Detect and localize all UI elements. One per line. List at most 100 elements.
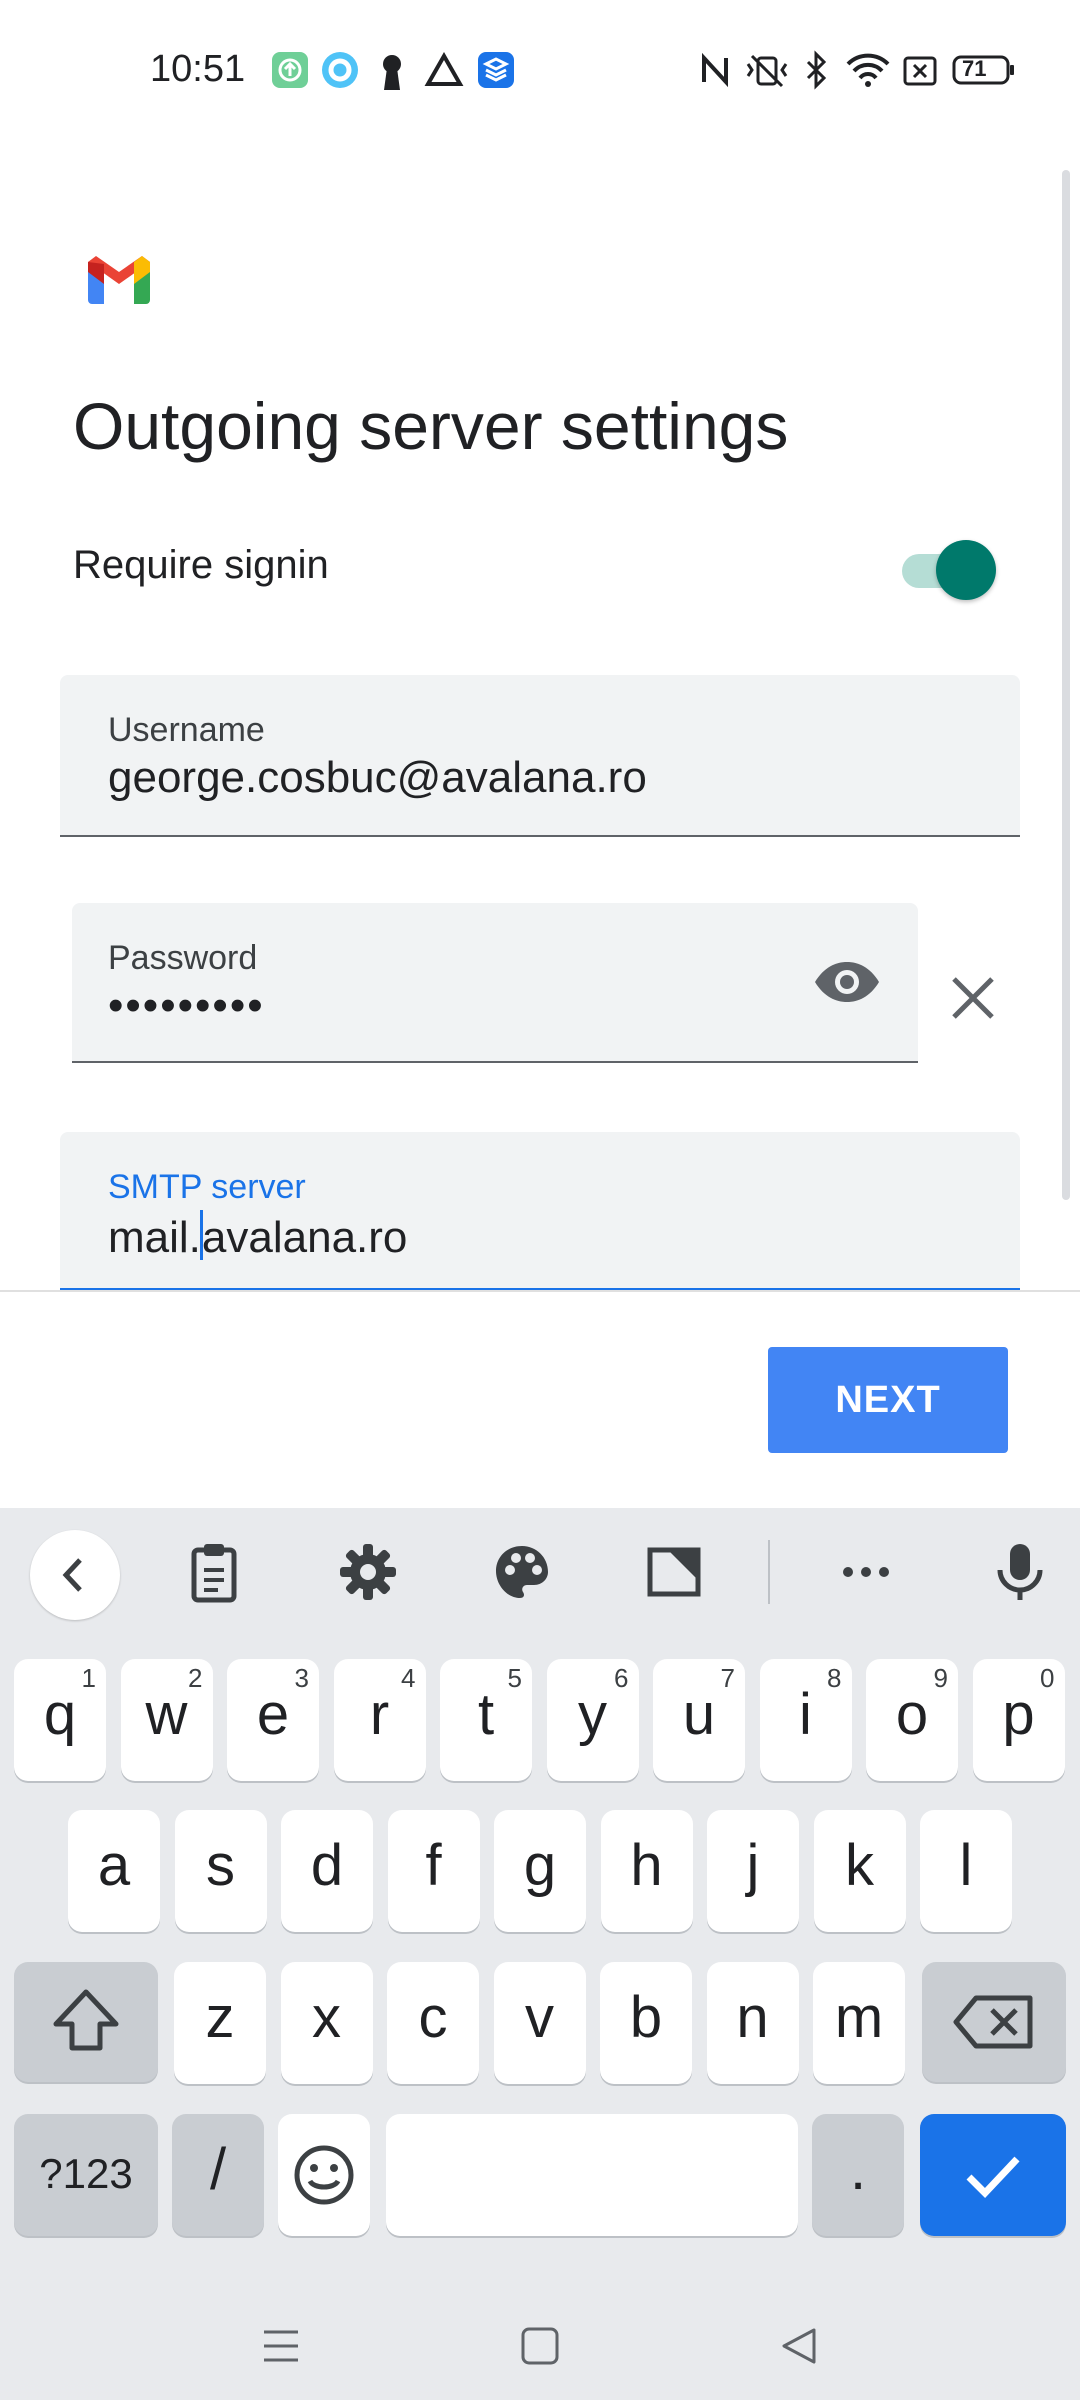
wifi-icon	[846, 50, 890, 90]
key-t[interactable]: 5t	[440, 1659, 532, 1781]
slash-key[interactable]: /	[172, 2114, 264, 2236]
clock: 10:51	[150, 48, 246, 90]
require-signin-toggle[interactable]	[900, 540, 1000, 600]
key-label: z	[205, 1985, 235, 2050]
clear-password-icon[interactable]	[950, 975, 996, 1021]
period-key[interactable]: .	[812, 2114, 904, 2236]
key-label: j	[746, 1833, 760, 1898]
key-label: m	[834, 1985, 884, 2050]
key-label: v	[525, 1985, 554, 2050]
clipboard-icon[interactable]	[182, 1540, 246, 1604]
emoji-key[interactable]	[278, 2114, 370, 2236]
key-label: b	[629, 1985, 663, 2050]
key-p[interactable]: 0p	[972, 1659, 1065, 1781]
key-label: y	[578, 1682, 607, 1747]
key-label: d	[310, 1833, 344, 1898]
settings-icon[interactable]	[336, 1540, 400, 1604]
username-field[interactable]: Username george.cosbuc@avalana.ro	[60, 675, 1020, 837]
key-g[interactable]: g	[494, 1810, 586, 1932]
vibrate-icon	[742, 50, 792, 90]
gmail-logo	[84, 252, 154, 308]
key-o[interactable]: 9o	[866, 1659, 958, 1781]
palette-icon[interactable]	[490, 1540, 554, 1604]
key-label: w	[145, 1682, 188, 1747]
key-label: i	[799, 1682, 812, 1747]
smtp-server-label: SMTP server	[108, 1168, 306, 1206]
smtp-value-part: avalana.ro	[201, 1213, 408, 1262]
more-icon[interactable]	[834, 1540, 898, 1604]
symbols-key[interactable]: ?123	[14, 2114, 158, 2236]
username-label: Username	[108, 711, 265, 749]
smtp-value-part: mail.	[108, 1213, 201, 1262]
key-r[interactable]: 4r	[333, 1659, 426, 1781]
scrollbar[interactable]	[1062, 170, 1070, 1200]
mic-icon[interactable]	[988, 1540, 1052, 1604]
key-s[interactable]: s	[174, 1810, 267, 1932]
key-n[interactable]: n	[706, 1962, 799, 2084]
smtp-server-value: mail.avalana.ro	[108, 1210, 407, 1263]
toggle-thumb	[936, 540, 996, 600]
key-v[interactable]: v	[493, 1962, 586, 2084]
nfc-icon	[700, 50, 730, 90]
key-y[interactable]: 6y	[546, 1659, 639, 1781]
keyhole-icon	[374, 52, 410, 90]
stack-app-icon	[478, 52, 514, 88]
key-u[interactable]: 7u	[653, 1659, 745, 1781]
back-icon[interactable]	[778, 2326, 818, 2371]
smtp-server-field[interactable]: SMTP server mail.avalana.ro	[60, 1132, 1020, 1292]
key-c[interactable]: c	[387, 1962, 479, 2084]
username-value: george.cosbuc@avalana.ro	[108, 753, 647, 802]
key-label: f	[425, 1833, 442, 1898]
key-label: x	[312, 1985, 341, 2050]
key-label: l	[959, 1833, 973, 1898]
show-password-icon[interactable]	[812, 959, 882, 1005]
key-a[interactable]: a	[68, 1810, 160, 1932]
key-z[interactable]: z	[174, 1962, 266, 2084]
key-l[interactable]: l	[920, 1810, 1012, 1932]
menu-icon[interactable]	[262, 2328, 300, 2369]
space-key[interactable]	[386, 2114, 798, 2236]
key-i[interactable]: 8i	[759, 1659, 852, 1781]
key-q[interactable]: 1q	[14, 1659, 106, 1781]
period-key-label: .	[849, 2137, 867, 2202]
key-w[interactable]: 2w	[120, 1659, 213, 1781]
key-label: g	[523, 1833, 557, 1898]
next-button[interactable]: NEXT	[768, 1347, 1008, 1453]
key-b[interactable]: b	[600, 1962, 692, 2084]
page-title: Outgoing server settings	[73, 389, 789, 463]
require-signin-label: Require signin	[73, 543, 329, 587]
key-x[interactable]: x	[280, 1962, 373, 2084]
key-label: p	[1002, 1682, 1035, 1747]
password-value: •••••••••	[108, 981, 265, 1030]
key-label: c	[418, 1985, 448, 2050]
key-label: o	[895, 1682, 929, 1747]
status-bar: 10:51 71	[0, 0, 1080, 140]
circle-app-icon	[322, 52, 358, 88]
key-label: n	[736, 1985, 769, 2050]
enter-key[interactable]	[920, 2114, 1066, 2236]
key-d[interactable]: d	[281, 1810, 373, 1932]
symbols-key-label: ?123	[39, 2150, 133, 2197]
resize-icon[interactable]	[642, 1540, 706, 1604]
key-j[interactable]: j	[707, 1810, 799, 1932]
toolbar-separator	[768, 1540, 770, 1604]
key-label: t	[477, 1682, 495, 1747]
key-f[interactable]: f	[387, 1810, 480, 1932]
key-h[interactable]: h	[600, 1810, 693, 1932]
backspace-key[interactable]	[922, 1962, 1066, 2082]
key-label: a	[97, 1833, 131, 1898]
home-icon[interactable]	[520, 2326, 560, 2371]
drive-icon	[424, 51, 464, 88]
shift-key[interactable]	[14, 1962, 158, 2082]
bluetooth-icon	[804, 50, 830, 90]
slash-key-label: /	[209, 2137, 227, 2202]
key-label: q	[43, 1682, 77, 1747]
password-field[interactable]: Password •••••••••	[72, 903, 918, 1063]
back-arrow-icon[interactable]	[30, 1530, 120, 1620]
upload-icon	[272, 52, 308, 88]
key-k[interactable]: k	[813, 1810, 906, 1932]
key-label: s	[206, 1833, 235, 1898]
key-e[interactable]: 3e	[227, 1659, 319, 1781]
key-m[interactable]: m	[813, 1962, 905, 2084]
password-label: Password	[108, 939, 258, 977]
